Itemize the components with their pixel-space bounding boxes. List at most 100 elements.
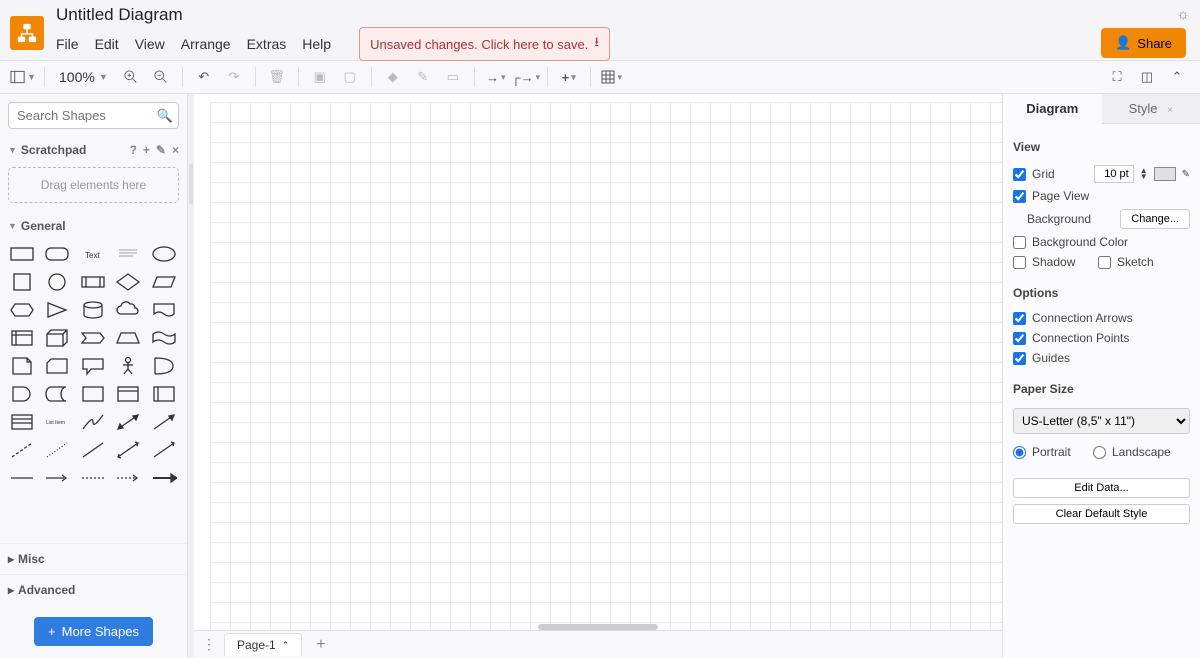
delete-button[interactable]: 🗑 <box>264 64 290 90</box>
collapse-button[interactable]: ⌃ <box>1164 64 1190 90</box>
menu-view[interactable]: View <box>135 36 165 52</box>
unsaved-changes-button[interactable]: Unsaved changes. Click here to save. ⭳ <box>359 27 610 61</box>
shape-cylinder[interactable] <box>79 299 107 321</box>
to-back-button[interactable]: ▢ <box>337 64 363 90</box>
clear-default-style-button[interactable]: Clear Default Style <box>1013 504 1190 524</box>
guides-checkbox[interactable] <box>1013 352 1026 365</box>
menu-extras[interactable]: Extras <box>247 36 287 52</box>
waypoint-dropdown[interactable]: ┌→▾ <box>513 64 539 90</box>
shape-text[interactable]: Text <box>79 243 107 265</box>
shape-triangle[interactable] <box>43 299 71 321</box>
shape-actor[interactable] <box>114 355 142 377</box>
conn-points-checkbox[interactable] <box>1013 332 1026 345</box>
conn-arrows-checkbox[interactable] <box>1013 312 1026 325</box>
pages-menu-button[interactable]: ⋮ <box>202 636 216 653</box>
shape-ellipse[interactable] <box>150 243 178 265</box>
zoom-out-button[interactable] <box>148 64 174 90</box>
portrait-radio[interactable] <box>1013 446 1026 459</box>
shadow-checkbox[interactable] <box>1013 256 1026 269</box>
menu-help[interactable]: Help <box>302 36 331 52</box>
tab-diagram[interactable]: Diagram <box>1003 94 1102 124</box>
canvas[interactable]: ⋮ Page-1 ⌃ + <box>194 94 1002 658</box>
menu-arrange[interactable]: Arrange <box>181 36 231 52</box>
pencil-icon[interactable]: ✎ <box>1182 169 1190 180</box>
grid-checkbox[interactable] <box>1013 168 1026 181</box>
format-panel-toggle[interactable]: ◫ <box>1134 64 1160 90</box>
redo-button[interactable]: ↷ <box>221 64 247 90</box>
shape-curve[interactable] <box>79 411 107 433</box>
general-header[interactable]: ▼ General <box>0 213 187 239</box>
menu-file[interactable]: File <box>56 36 79 52</box>
close-icon[interactable]: × <box>172 143 179 157</box>
edit-icon[interactable]: ✎ <box>156 143 166 157</box>
fill-color-button[interactable]: ◆ <box>380 64 406 90</box>
background-change-button[interactable]: Change... <box>1120 209 1190 229</box>
shape-hexagon[interactable] <box>8 299 36 321</box>
close-icon[interactable]: × <box>1167 105 1173 116</box>
paper-size-select[interactable]: US-Letter (8,5" x 11") <box>1013 408 1190 434</box>
shape-diamond[interactable] <box>114 271 142 293</box>
shape-internal-storage[interactable] <box>8 327 36 349</box>
connection-dropdown[interactable]: →▾ <box>483 64 509 90</box>
shape-textbox[interactable] <box>114 243 142 265</box>
shape-arrow[interactable] <box>150 411 178 433</box>
page-tab-1[interactable]: Page-1 ⌃ <box>224 633 302 656</box>
shape-tape[interactable] <box>150 327 178 349</box>
shape-circle[interactable] <box>43 271 71 293</box>
landscape-radio[interactable] <box>1093 446 1106 459</box>
shape-step[interactable] <box>79 327 107 349</box>
to-front-button[interactable]: ▣ <box>307 64 333 90</box>
search-shapes-input[interactable] <box>8 102 179 129</box>
tab-style[interactable]: Style × <box>1102 94 1200 124</box>
zoom-in-button[interactable] <box>118 64 144 90</box>
zoom-dropdown[interactable]: 100%▼ <box>53 69 114 85</box>
pageview-checkbox[interactable] <box>1013 190 1026 203</box>
grid-color-swatch[interactable] <box>1154 167 1176 181</box>
shape-dashed-line[interactable] <box>8 439 36 461</box>
shape-link3[interactable] <box>79 467 107 489</box>
sketch-checkbox[interactable] <box>1098 256 1111 269</box>
shape-link2[interactable] <box>43 467 71 489</box>
shape-parallelogram[interactable] <box>150 271 178 293</box>
shape-square[interactable] <box>8 271 36 293</box>
undo-button[interactable]: ↶ <box>191 64 217 90</box>
grid-size-input[interactable] <box>1094 165 1134 183</box>
shape-vcontainer[interactable] <box>150 383 178 405</box>
fullscreen-button[interactable]: ⛶ <box>1104 64 1130 90</box>
add-page-button[interactable]: + <box>310 636 331 654</box>
shape-cloud[interactable] <box>114 299 142 321</box>
shape-data-storage[interactable] <box>43 383 71 405</box>
shape-and[interactable] <box>8 383 36 405</box>
more-shapes-button[interactable]: + More Shapes <box>34 617 153 646</box>
bgcolor-checkbox[interactable] <box>1013 236 1026 249</box>
shape-process[interactable] <box>79 271 107 293</box>
line-color-button[interactable]: ✎ <box>410 64 436 90</box>
menu-edit[interactable]: Edit <box>95 36 119 52</box>
table-dropdown[interactable]: ▾ <box>599 64 625 90</box>
shape-dotted-line[interactable] <box>43 439 71 461</box>
share-button[interactable]: 👤 Share <box>1101 28 1186 58</box>
insert-dropdown[interactable]: +▾ <box>556 64 582 90</box>
shape-callout[interactable] <box>79 355 107 377</box>
shape-cube[interactable] <box>43 327 71 349</box>
edit-data-button[interactable]: Edit Data... <box>1013 478 1190 498</box>
scratchpad-header[interactable]: ▼ Scratchpad ? + ✎ × <box>0 137 187 163</box>
theme-toggle-icon[interactable]: ☼ <box>1176 6 1190 23</box>
shape-bidir-connector[interactable] <box>114 439 142 461</box>
shape-list-item[interactable]: List Item <box>43 411 71 433</box>
shape-document[interactable] <box>150 299 178 321</box>
shape-note[interactable] <box>8 355 36 377</box>
shape-link1[interactable] <box>8 467 36 489</box>
shadow-button[interactable]: ▭ <box>440 64 466 90</box>
shape-list[interactable] <box>8 411 36 433</box>
sidebar-toggle-button[interactable]: ▼ <box>10 64 36 90</box>
shape-link4[interactable] <box>114 467 142 489</box>
scratchpad-dropzone[interactable]: Drag elements here <box>8 167 179 203</box>
shape-line[interactable] <box>79 439 107 461</box>
shape-link5[interactable] <box>150 467 178 489</box>
shape-or[interactable] <box>150 355 178 377</box>
document-title[interactable]: Untitled Diagram <box>56 5 610 25</box>
misc-section[interactable]: ▸ Misc <box>0 543 187 574</box>
advanced-section[interactable]: ▸ Advanced <box>0 574 187 605</box>
shape-card[interactable] <box>43 355 71 377</box>
